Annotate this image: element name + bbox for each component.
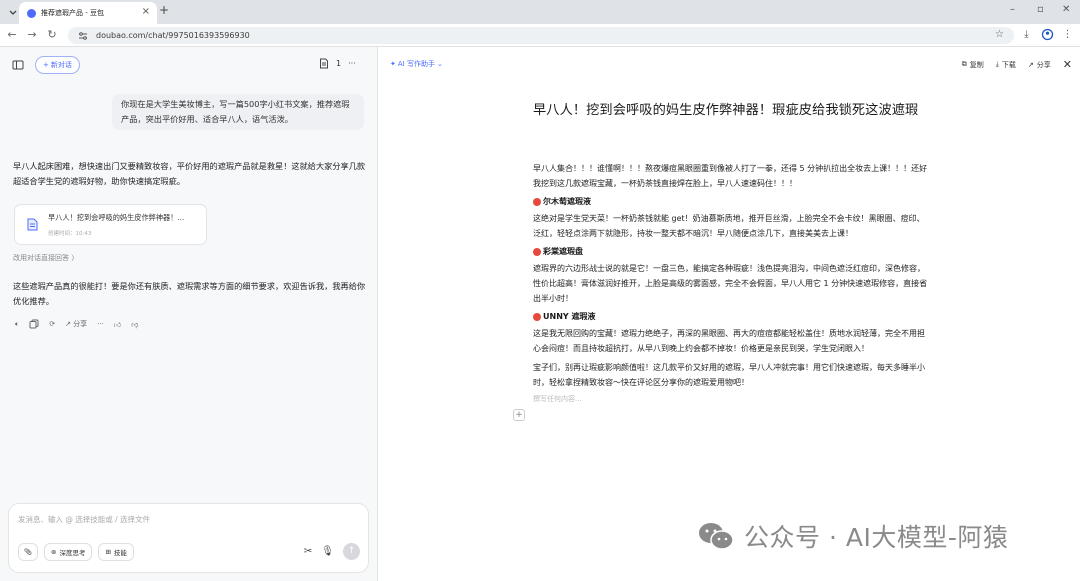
document-title: 早八人！挖到会呼吸的妈生皮作弊神器！瑕疵皮给我锁死这波遮瑕 xyxy=(533,103,919,118)
copy-icon[interactable] xyxy=(29,319,39,329)
doc-count[interactable]: 1 ··· xyxy=(319,58,356,69)
thumbs-down-icon[interactable]: 👎︎ xyxy=(131,320,138,329)
reload-icon[interactable]: ↻ xyxy=(45,28,59,42)
skills-button[interactable]: ⊞ 技能 xyxy=(98,543,134,561)
tab-title: 推荐遮瑕产品 - 豆包 xyxy=(41,9,104,17)
doc-heading: 彩棠遮瑕盘 xyxy=(533,245,929,259)
chat-panel: + 新对话 1 ··· 你现在是大学生美妆博主，写一篇500字小红书文案，推荐遮… xyxy=(0,47,378,581)
sparkle-icon: ✦ xyxy=(390,60,396,68)
new-chat-button[interactable]: + 新对话 xyxy=(35,56,80,74)
heading-text: 尔木萄遮瑕液 xyxy=(543,197,591,206)
bot-intro-text: 早八人起床困难，想快速出门又要精致妆容，平价好用的遮瑕产品就是救星！这就给大家分… xyxy=(13,161,366,186)
attach-button[interactable]: 📎︎ xyxy=(18,543,38,561)
doc-paragraph: 早八人集合！！！谁懂啊！！！熬夜爆痘黑眼圈重到像被人打了一拳，还得 5 分钟扒拉… xyxy=(533,164,928,188)
tab-search-icon[interactable] xyxy=(6,5,20,19)
wechat-icon xyxy=(699,523,734,550)
more-icon[interactable]: ··· xyxy=(348,59,356,68)
lipstick-icon xyxy=(533,313,541,321)
document-card-title: 早八人！挖到会呼吸的妈生皮作弊神器！... xyxy=(48,213,185,222)
skills-label: 技能 xyxy=(113,549,127,557)
plus-icon: + xyxy=(43,61,49,69)
bot-outro-text: 这些遮瑕产品真的很能打！要是你还有肤质、遮瑕需求等方面的细节要求，欢迎告诉我，我… xyxy=(13,281,366,306)
microphone-icon[interactable]: 🎙︎ xyxy=(321,546,334,557)
download-icon: ⤓ xyxy=(995,60,999,68)
download-button[interactable]: ⤓ 下载 xyxy=(996,60,1016,70)
copy-icon: ⧉ xyxy=(961,60,967,68)
heading-text: 彩棠遮瑕盘 xyxy=(543,247,583,256)
doc-count-value: 1 xyxy=(336,59,342,68)
close-panel-icon[interactable]: ✕ xyxy=(1063,58,1072,71)
thumbs-up-icon[interactable]: 👍︎ xyxy=(114,320,121,329)
url-field[interactable]: doubao.com/chat/9975016393596930 xyxy=(68,27,1014,44)
insert-block-button[interactable]: + xyxy=(513,409,525,421)
sidebar-toggle-icon[interactable] xyxy=(12,59,24,71)
site-settings-icon[interactable] xyxy=(78,31,88,41)
message-actions: 🔈︎ ⟳ ↗ 分享 ··· 👍︎ 👎︎ xyxy=(15,319,138,329)
heading-text: UNNY 遮瑕液 xyxy=(543,312,596,321)
skills-grid-icon: ⊞ xyxy=(105,548,111,556)
lipstick-icon xyxy=(533,248,541,256)
doubao-favicon-icon xyxy=(27,8,36,18)
new-tab-icon[interactable]: + xyxy=(159,3,169,17)
message-input[interactable]: 发消息、输入 @ 选择技能或 / 选择文件 xyxy=(18,514,150,525)
answer-directly-link[interactable]: 改用对话直接回答 〉 xyxy=(13,253,78,263)
deep-think-button[interactable]: ⊛ 深度思考 xyxy=(44,543,93,561)
new-chat-label: 新对话 xyxy=(50,61,72,69)
document-panel: ✦ AI 写作助手 ⌄ ⧉ 复制 ⤓ 下载 ↗ 分享 ✕ 早八人！挖到会呼吸的妈生皮作… xyxy=(379,47,1080,581)
document-toolbar: ✦ AI 写作助手 ⌄ ⧉ 复制 ⤓ 下载 ↗ 分享 ✕ xyxy=(379,47,1080,79)
back-icon[interactable]: ← xyxy=(5,28,19,42)
send-button[interactable]: ↑ xyxy=(343,543,360,560)
minimize-icon[interactable]: – xyxy=(1010,4,1015,15)
doc-paragraph: 遮瑕界的六边形战士说的就是它！一盘三色，能搞定各种瑕疵！浅色提亮泪沟，中间色遮泛… xyxy=(533,264,928,303)
document-editor[interactable]: 早八人！挖到会呼吸的妈生皮作弊神器！瑕疵皮给我锁死这波遮瑕 早八人集合！！！谁懂… xyxy=(533,99,929,404)
doc-paragraph: 这绝对是学生党天菜！一杯奶茶钱就能 get！奶油慕斯质地，推开巨丝滑，上脸完全不… xyxy=(533,214,925,238)
bookmark-star-icon[interactable]: ☆ xyxy=(992,27,1007,42)
message-input-box[interactable]: 发消息、输入 @ 选择技能或 / 选择文件 📎︎ ⊛ 深度思考 ⊞ 技能 ✂ 🎙︎ … xyxy=(8,503,369,573)
ai-writing-assistant-button[interactable]: ✦ AI 写作助手 ⌄ xyxy=(390,59,443,69)
doc-heading: UNNY 遮瑕液 xyxy=(533,310,929,324)
browser-tab-bar: 推荐遮瑕产品 - 豆包 × + – ▫ ✕ xyxy=(0,0,1080,24)
ai-writing-label: AI 写作助手 xyxy=(397,60,435,68)
share-icon: ↗ xyxy=(1027,60,1034,69)
regenerate-icon[interactable]: ⟳ xyxy=(49,320,55,328)
watermark-text: 公众号 · AI大模型-阿猿 xyxy=(744,523,1009,552)
document-card-time: 创建时间：10:43 xyxy=(48,231,92,237)
url-text: doubao.com/chat/9975016393596930 xyxy=(96,31,250,40)
document-card[interactable]: 早八人！挖到会呼吸的妈生皮作弊神器！... 创建时间：10:43 xyxy=(14,204,207,245)
more-actions-icon[interactable]: ··· xyxy=(97,320,104,328)
doc-file-icon xyxy=(27,218,38,231)
share-action[interactable]: ↗ 分享 xyxy=(65,319,87,329)
download-label: 下载 xyxy=(1001,60,1016,69)
read-aloud-icon[interactable]: 🔈︎ xyxy=(15,320,19,329)
tab-close-icon[interactable]: × xyxy=(142,6,150,17)
user-message: 你现在是大学生美妆博主，写一篇500字小红书文案，推荐遮瑕产品，突出平价好用、适… xyxy=(112,94,364,130)
browser-menu-icon[interactable]: ⋮ xyxy=(1060,27,1075,42)
profile-icon[interactable] xyxy=(1040,27,1055,42)
deep-think-icon: ⊛ xyxy=(51,548,57,556)
paperclip-icon: 📎︎ xyxy=(23,548,33,556)
doc-paragraph: 这是我无限回购的宝藏！遮瑕力绝绝子，再深的黑眼圈、再大的痘痘都能轻松盖住！质地水… xyxy=(533,329,925,353)
scissors-icon[interactable]: ✂ xyxy=(304,546,312,557)
lipstick-icon xyxy=(533,198,541,206)
share-label: 分享 xyxy=(1036,60,1051,69)
document-icon xyxy=(320,58,328,69)
browser-tab[interactable]: 推荐遮瑕产品 - 豆包 × xyxy=(19,2,157,24)
address-bar-row: ← → ↻ doubao.com/chat/9975016393596930 ☆… xyxy=(0,24,1080,47)
copy-button[interactable]: ⧉ 复制 xyxy=(962,60,984,70)
doc-heading: 尔木萄遮瑕液 xyxy=(533,195,929,209)
doc-paragraph: 宝子们，别再让瑕疵影响颜值啦！这几款平价又好用的遮瑕，早八人冲就完事！用它们快速… xyxy=(533,363,925,387)
downloads-icon[interactable]: ⤓ xyxy=(1019,27,1034,42)
watermark: 公众号 · AI大模型-阿猿 xyxy=(697,518,1008,554)
forward-icon[interactable]: → xyxy=(25,28,39,42)
editor-placeholder[interactable]: 撰写任何内容... xyxy=(533,394,929,404)
share-label: 分享 xyxy=(73,320,88,328)
copy-label: 复制 xyxy=(969,60,984,69)
restore-icon[interactable]: ▫ xyxy=(1037,4,1044,15)
chevron-down-icon: ⌄ xyxy=(436,60,443,68)
share-button[interactable]: ↗ 分享 xyxy=(1028,60,1051,70)
close-window-icon[interactable]: ✕ xyxy=(1062,4,1070,15)
deep-think-label: 深度思考 xyxy=(59,549,86,557)
